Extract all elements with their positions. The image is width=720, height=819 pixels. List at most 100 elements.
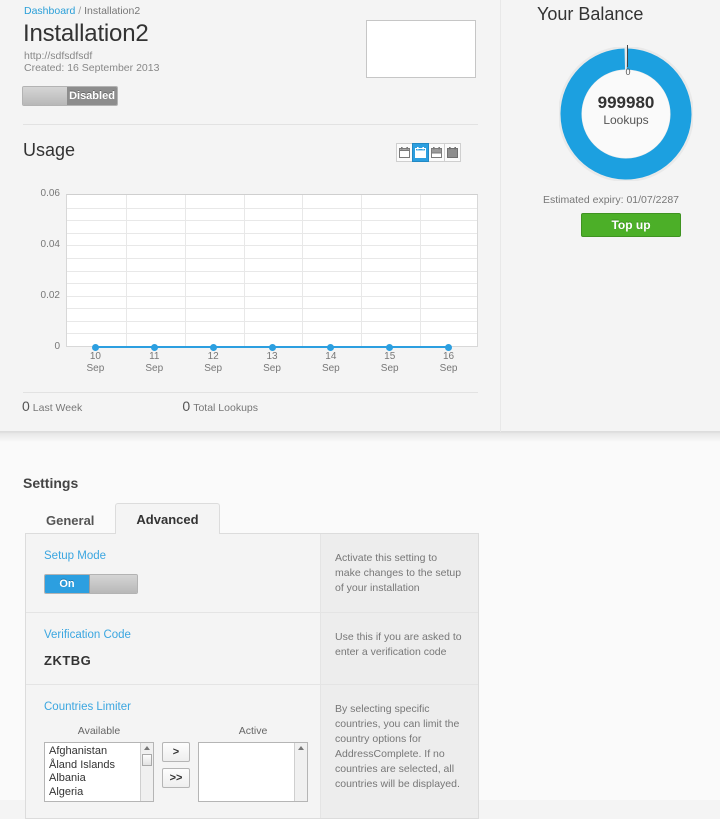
chart-gridline-horizontal	[67, 258, 477, 259]
breadcrumb: Dashboard / Installation2	[24, 5, 140, 17]
active-list	[199, 743, 307, 745]
range-button-day[interactable]	[396, 143, 413, 162]
countries-dual-list: Available Afghanistan Åland Islands Albani…	[44, 725, 320, 802]
chart-y-tick-label: 0.06	[40, 188, 60, 199]
scrollbar-thumb[interactable]	[142, 754, 152, 766]
chart-x-tick-label: 14 Sep	[321, 351, 340, 374]
chart-gridline-horizontal	[67, 271, 477, 272]
balance-expiry: Estimated expiry: 01/07/2287	[543, 194, 679, 206]
breadcrumb-separator: /	[78, 5, 82, 17]
active-column: Active	[198, 725, 308, 802]
settings-section: Settings General Advanced Setup Mode On …	[0, 433, 720, 819]
setting-label-countries-limiter: Countries Limiter	[44, 701, 131, 713]
available-heading: Available	[77, 725, 121, 737]
active-listbox[interactable]	[198, 742, 308, 802]
chart-gridline-vertical	[244, 195, 245, 346]
chart-gridline-vertical	[126, 195, 127, 346]
installation-preview-box	[366, 20, 476, 78]
chart-y-tick-label: 0	[54, 341, 60, 352]
dual-list-buttons: > >>	[154, 725, 198, 794]
installation-created-date: Created: 16 September 2013	[24, 62, 160, 74]
move-all-button[interactable]: >>	[162, 768, 190, 788]
setting-label-verification-code: Verification Code	[44, 629, 131, 641]
chart-gridline-horizontal	[67, 333, 477, 334]
list-item[interactable]: Afghanistan	[45, 745, 153, 759]
range-button-month[interactable]	[428, 143, 445, 162]
chart-data-point[interactable]	[445, 343, 453, 351]
range-button-week[interactable]	[412, 143, 429, 162]
chart-data-point[interactable]	[209, 343, 217, 351]
chart-data-point[interactable]	[91, 343, 99, 351]
available-scrollbar[interactable]	[140, 743, 153, 801]
balance-unit: Lookups	[603, 113, 649, 127]
tab-general[interactable]: General	[25, 505, 115, 534]
stat-label: Total Lookups	[193, 402, 258, 414]
usage-chart: 0 0.02 0.04 0.06 10 Sep 11 Sep 12 Sep 13 Sep 14 Sep 15…	[0, 180, 500, 375]
chart-plot-area	[66, 194, 478, 347]
breadcrumb-current: Installation2	[84, 5, 141, 17]
available-column: Available Afghanistan Åland Islands Albani…	[44, 725, 154, 802]
setting-control-area: Verification Code ZKTBG	[26, 613, 320, 684]
setting-row-setup-mode: Setup Mode On Activate this setting to m…	[26, 534, 478, 613]
overview-section: Dashboard / Installation2 Installation2 …	[0, 0, 720, 432]
stat-last-week: 0 Last Week	[22, 398, 82, 414]
chart-y-tick-label: 0.02	[40, 290, 60, 301]
available-list: Afghanistan Åland Islands Albania Algeria	[45, 743, 153, 799]
chart-data-point[interactable]	[386, 343, 394, 351]
settings-tabs: General Advanced	[25, 503, 220, 534]
settings-title: Settings	[23, 475, 79, 491]
top-up-button[interactable]: Top up	[581, 213, 681, 237]
page-title: Installation2	[23, 20, 149, 47]
toggle-label: On	[45, 575, 89, 593]
calendar-week-icon	[415, 147, 426, 158]
scroll-up-icon[interactable]	[144, 746, 150, 750]
list-item[interactable]: Åland Islands	[45, 759, 153, 773]
divider	[23, 392, 478, 393]
scroll-up-icon[interactable]	[298, 746, 304, 750]
list-item[interactable]: Albania	[45, 772, 153, 786]
move-one-button[interactable]: >	[162, 742, 190, 762]
setting-control-area: Setup Mode On	[26, 534, 320, 612]
setting-help-verification-code: Use this if you are asked to enter a ver…	[320, 613, 478, 684]
chart-gridline-horizontal	[67, 208, 477, 209]
chart-gridline-horizontal	[67, 283, 477, 284]
usage-range-selector	[396, 143, 461, 162]
toggle-handle	[89, 575, 137, 593]
setting-help-countries-limiter: By selecting specific countries, you can…	[320, 685, 478, 818]
toggle-handle	[23, 87, 69, 105]
chart-x-tick-label: 16 Sep	[439, 351, 458, 374]
list-item[interactable]: Algeria	[45, 786, 153, 800]
chart-gridline-horizontal	[67, 233, 477, 234]
chart-y-tick-label: 0.04	[40, 239, 60, 250]
active-heading: Active	[238, 725, 268, 737]
installation-url: http://sdfsdfsdf	[24, 50, 93, 62]
chart-gridline-vertical	[420, 195, 421, 346]
breadcrumb-link-dashboard[interactable]: Dashboard	[24, 5, 75, 17]
chart-data-point[interactable]	[327, 343, 335, 351]
balance-value: 999980	[597, 93, 655, 112]
chart-x-tick-label: 11 Sep	[145, 351, 164, 374]
usage-title: Usage	[23, 140, 76, 160]
tab-advanced[interactable]: Advanced	[115, 503, 220, 534]
divider	[23, 124, 478, 125]
active-scrollbar[interactable]	[294, 743, 307, 801]
verification-code-value: ZKTBG	[44, 653, 92, 668]
chart-gridline-horizontal	[67, 321, 477, 322]
donut-origin-tick	[627, 45, 628, 67]
available-listbox[interactable]: Afghanistan Åland Islands Albania Algeria	[44, 742, 154, 802]
installation-status-toggle[interactable]: Disabled	[22, 86, 118, 106]
balance-panel: Your Balance 0 999980 Lookups Estimated …	[500, 0, 720, 432]
chart-data-point[interactable]	[150, 343, 158, 351]
donut-origin-label: 0	[625, 67, 631, 77]
toggle-label: Disabled	[67, 87, 117, 105]
setup-mode-toggle[interactable]: On	[44, 574, 138, 594]
chart-gridline-vertical	[361, 195, 362, 346]
chart-x-tick-label: 12 Sep	[204, 351, 223, 374]
chart-x-tick-label: 15 Sep	[380, 351, 399, 374]
range-button-year[interactable]	[444, 143, 461, 162]
chart-data-point[interactable]	[268, 343, 276, 351]
balance-center-readout: 999980 Lookups	[559, 92, 693, 128]
stat-label: Last Week	[32, 402, 83, 414]
stat-value: 0	[182, 398, 191, 414]
installation-overview: Dashboard / Installation2 Installation2 …	[0, 0, 500, 432]
